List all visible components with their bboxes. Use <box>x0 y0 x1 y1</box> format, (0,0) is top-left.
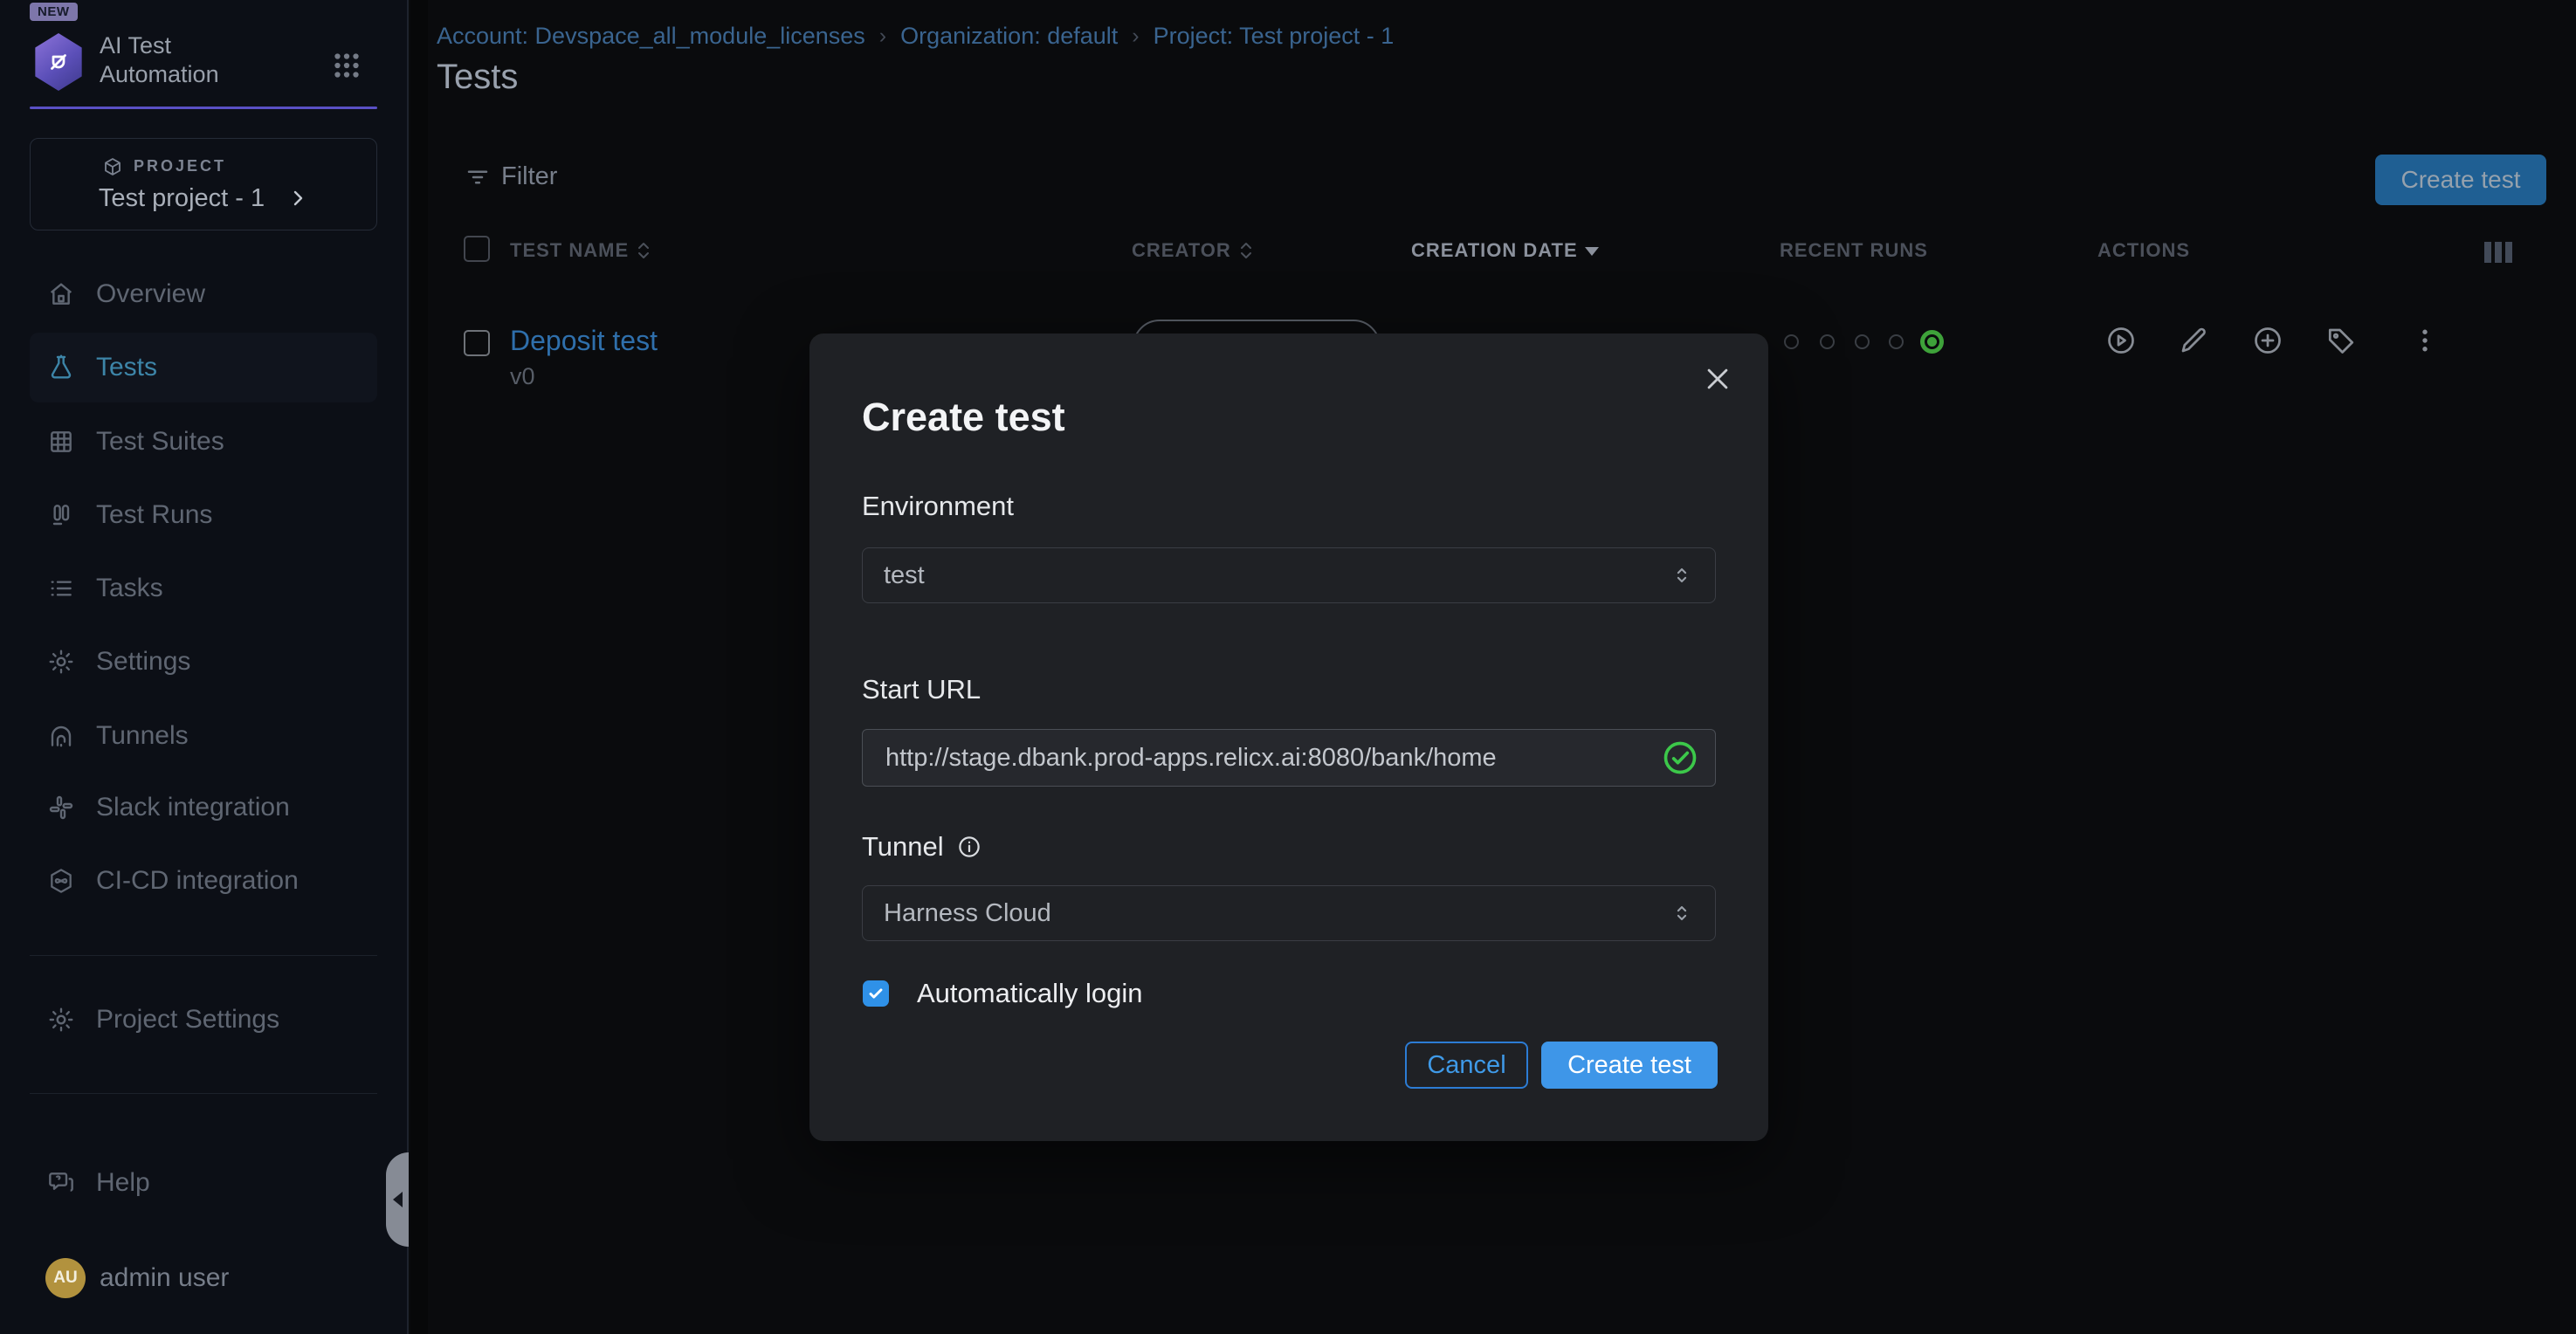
environment-select[interactable]: test <box>862 547 1716 603</box>
run-dot-empty[interactable] <box>1820 334 1835 349</box>
test-version: v0 <box>510 363 535 390</box>
sidebar-collapse-handle[interactable] <box>386 1152 409 1247</box>
select-chevrons-icon <box>1670 563 1694 588</box>
sidebar-user-menu[interactable]: AU admin user <box>30 1243 377 1313</box>
url-valid-check-icon <box>1661 739 1699 777</box>
column-header-test-name[interactable]: TEST NAME <box>510 239 651 262</box>
sidebar-item-tunnels[interactable]: Tunnels <box>30 701 377 771</box>
table-header: TEST NAME CREATOR CREATION DATE RECENT R… <box>428 229 2576 276</box>
environment-value: test <box>884 561 1670 590</box>
breadcrumb-separator: › <box>1132 24 1139 49</box>
modal-title: Create test <box>862 395 1065 440</box>
sidebar-item-cicd-integration[interactable]: CI-CD integration <box>30 846 377 916</box>
select-all-checkbox[interactable] <box>464 236 490 262</box>
sidebar-gutter <box>410 0 428 1334</box>
app-logo <box>31 33 86 91</box>
create-test-button-top[interactable]: Create test <box>2375 155 2546 205</box>
create-test-modal: Create test Environment test Start URL h… <box>809 334 1768 1141</box>
tunnel-value: Harness Cloud <box>884 899 1670 928</box>
column-header-actions: ACTIONS <box>2097 239 2190 262</box>
sidebar: NEW AI Test Automation PROJECT Test proj… <box>0 0 409 1334</box>
column-header-recent-runs: RECENT RUNS <box>1780 239 1928 262</box>
column-header-creation-date[interactable]: CREATION DATE <box>1411 239 1599 262</box>
environment-label: Environment <box>862 491 1014 522</box>
cube-icon <box>102 156 123 177</box>
tag-icon[interactable] <box>2325 325 2357 356</box>
select-chevrons-icon <box>1670 901 1694 925</box>
add-icon[interactable] <box>2252 325 2283 356</box>
filter-button[interactable]: Filter <box>465 162 557 191</box>
info-icon[interactable] <box>956 834 982 860</box>
sidebar-item-project-settings[interactable]: Project Settings <box>30 985 377 1055</box>
gear-icon <box>47 1006 75 1034</box>
brand-divider <box>30 107 377 109</box>
tunnel-label: Tunnel <box>862 831 982 863</box>
collapse-left-icon <box>393 1192 403 1207</box>
filter-icon <box>465 164 491 190</box>
help-chat-icon <box>47 1169 75 1197</box>
row-checkbox[interactable] <box>464 330 490 356</box>
home-icon <box>47 280 75 308</box>
run-dot-passed[interactable] <box>1920 330 1944 354</box>
column-header-creator[interactable]: CREATOR <box>1132 239 1254 262</box>
test-name-link[interactable]: Deposit test <box>510 325 658 357</box>
edit-icon[interactable] <box>2178 325 2209 356</box>
breadcrumb-project[interactable]: Project: Test project - 1 <box>1154 23 1395 50</box>
start-url-input[interactable]: http://stage.dbank.prod-apps.relicx.ai:8… <box>862 729 1716 787</box>
app-switcher-icon[interactable] <box>328 47 365 84</box>
flask-icon <box>47 354 75 382</box>
run-dot-empty[interactable] <box>1784 334 1799 349</box>
page-title: Tests <box>437 58 518 97</box>
column-settings-icon[interactable] <box>2484 242 2512 263</box>
sort-icon <box>1238 241 1254 260</box>
run-dot-empty[interactable] <box>1855 334 1870 349</box>
auto-login-checkbox[interactable] <box>863 980 889 1007</box>
breadcrumb: Account: Devspace_all_module_licenses › … <box>437 23 1394 50</box>
sidebar-item-slack-integration[interactable]: Slack integration <box>30 773 377 842</box>
run-dot-empty[interactable] <box>1889 334 1904 349</box>
chevron-right-icon <box>287 188 308 209</box>
sidebar-item-tasks[interactable]: Tasks <box>30 554 377 623</box>
start-url-value: http://stage.dbank.prod-apps.relicx.ai:8… <box>885 744 1661 773</box>
tunnel-select[interactable]: Harness Cloud <box>862 885 1716 941</box>
close-icon[interactable] <box>1698 360 1737 398</box>
run-test-icon[interactable] <box>2105 325 2137 356</box>
more-options-icon[interactable] <box>2409 325 2441 356</box>
new-badge: NEW <box>30 3 78 21</box>
tunnel-icon <box>47 722 75 750</box>
auto-login-row: Automatically login <box>863 978 1142 1009</box>
filter-label: Filter <box>501 162 557 191</box>
app-title: AI Test Automation <box>100 31 219 89</box>
avatar: AU <box>45 1258 86 1298</box>
flask-logo-icon <box>43 46 74 78</box>
sidebar-item-test-runs[interactable]: Test Runs <box>30 480 377 550</box>
gear-icon <box>47 648 75 676</box>
sidebar-item-help[interactable]: Help <box>30 1148 377 1218</box>
columns-icon <box>47 501 75 529</box>
breadcrumb-separator: › <box>879 24 886 49</box>
breadcrumb-organization[interactable]: Organization: default <box>900 23 1118 50</box>
cancel-button[interactable]: Cancel <box>1405 1042 1528 1089</box>
sort-desc-icon <box>1585 247 1599 256</box>
user-name: admin user <box>100 1263 229 1293</box>
breadcrumb-account[interactable]: Account: Devspace_all_module_licenses <box>437 23 865 50</box>
project-name: Test project - 1 <box>99 184 265 213</box>
sidebar-item-overview[interactable]: Overview <box>30 259 377 329</box>
slack-icon <box>47 794 75 822</box>
project-label: PROJECT <box>134 157 226 175</box>
create-test-button[interactable]: Create test <box>1541 1042 1718 1089</box>
sidebar-divider <box>30 1093 377 1094</box>
check-icon <box>866 984 885 1003</box>
sidebar-item-settings[interactable]: Settings <box>30 627 377 697</box>
grid-icon <box>47 428 75 456</box>
list-icon <box>47 574 75 602</box>
sidebar-divider <box>30 955 377 956</box>
sidebar-item-tests[interactable]: Tests <box>30 333 377 402</box>
sidebar-item-test-suites[interactable]: Test Suites <box>30 407 377 477</box>
start-url-label: Start URL <box>862 674 981 705</box>
sort-icon <box>636 241 651 260</box>
auto-login-label: Automatically login <box>917 978 1142 1009</box>
project-selector[interactable]: PROJECT Test project - 1 <box>30 138 377 230</box>
cicd-icon <box>47 867 75 895</box>
